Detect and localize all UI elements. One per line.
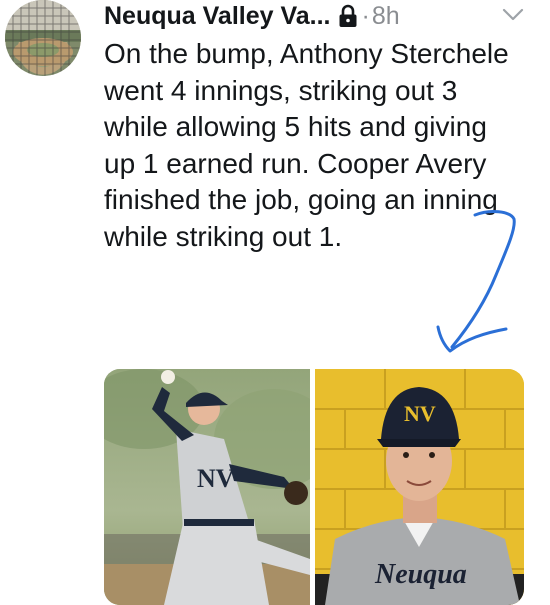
portrait-jersey-wordmark: Neuqua xyxy=(374,559,467,590)
portrait-photo[interactable]: NV Neuqua xyxy=(315,369,524,605)
author-name[interactable]: Neuqua Valley Va... xyxy=(104,2,331,31)
lock-icon xyxy=(338,4,358,28)
pitcher-jersey-logo: NV xyxy=(197,464,235,493)
tweet-media[interactable]: NV NV Neuqua xyxy=(104,369,524,605)
timestamp[interactable]: 8h xyxy=(372,2,400,31)
tweet-header: Neuqua Valley Va... · 8h xyxy=(104,0,400,32)
separator-dot: · xyxy=(361,1,370,30)
cap-logo: NV xyxy=(404,401,436,426)
pitcher-photo[interactable]: NV xyxy=(104,369,310,605)
annotation-arrow-icon xyxy=(436,210,516,353)
avatar[interactable] xyxy=(5,0,81,76)
baseball-field-image xyxy=(5,0,81,76)
chevron-down-icon[interactable] xyxy=(502,8,524,27)
